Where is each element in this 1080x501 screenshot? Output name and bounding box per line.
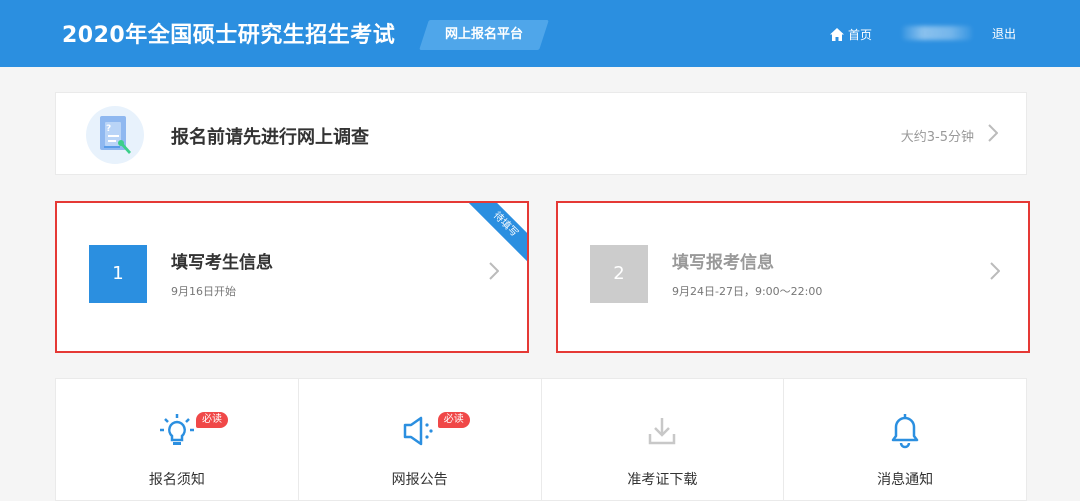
- chevron-right-icon: [988, 124, 998, 142]
- home-icon: [830, 27, 844, 41]
- tile-label: 网报公告: [391, 472, 448, 488]
- quick-links: 必读 报名须知 必读 网报公告 准考证下载 消息通知: [55, 378, 1027, 501]
- tile-label: 准考证下载: [627, 472, 698, 488]
- home-link[interactable]: 首页: [830, 25, 872, 43]
- tile-admission-ticket[interactable]: 准考证下载: [542, 379, 785, 500]
- home-link-label: 首页: [848, 27, 873, 42]
- survey-card[interactable]: ? 报名前请先进行网上调查 大约3-5分钟: [55, 92, 1027, 175]
- step-card-fill-application-info[interactable]: 2 填写报考信息 9月24日-27日，9:00～22:00: [556, 201, 1030, 353]
- step-number-badge: 1: [89, 245, 147, 303]
- status-ribbon: 待填写: [463, 203, 527, 267]
- step-subtitle: 9月24日-27日，9:00～22:00: [672, 285, 823, 298]
- step-subtitle: 9月16日开始: [171, 285, 236, 298]
- tile-registration-notice[interactable]: 必读 报名须知: [56, 379, 299, 500]
- user-name-redacted: [902, 26, 972, 40]
- must-read-badge: 必读: [196, 412, 228, 428]
- survey-title: 报名前请先进行网上调查: [171, 127, 369, 148]
- chevron-right-icon: [489, 262, 499, 280]
- lightbulb-icon: [157, 411, 197, 451]
- chevron-right-icon: [990, 262, 1000, 280]
- tile-announcement[interactable]: 必读 网报公告: [299, 379, 542, 500]
- tile-label: 报名须知: [148, 472, 205, 488]
- step-card-fill-candidate-info[interactable]: 1 填写考生信息 9月16日开始 待填写: [55, 201, 529, 353]
- tile-label: 消息通知: [877, 472, 934, 488]
- platform-tag-label: 网上报名平台: [444, 27, 523, 42]
- questionnaire-icon: ?: [86, 106, 144, 164]
- tile-notifications[interactable]: 消息通知: [784, 379, 1026, 500]
- step-title: 填写考生信息: [171, 253, 273, 273]
- download-icon: [642, 411, 682, 451]
- bell-icon: [885, 411, 925, 451]
- step-number-badge: 2: [590, 245, 648, 303]
- megaphone-icon: [400, 411, 440, 451]
- logout-link[interactable]: 退出: [992, 25, 1016, 42]
- top-header: 2020年全国硕士研究生招生考试 网上报名平台 首页 退出: [0, 0, 1080, 67]
- site-title: 2020年全国硕士研究生招生考试: [62, 23, 396, 48]
- svg-text:?: ?: [106, 124, 111, 134]
- step-title: 填写报考信息: [672, 253, 774, 273]
- must-read-badge: 必读: [437, 412, 470, 428]
- survey-time-hint: 大约3-5分钟: [900, 130, 974, 145]
- platform-tag: 网上报名平台: [419, 20, 549, 50]
